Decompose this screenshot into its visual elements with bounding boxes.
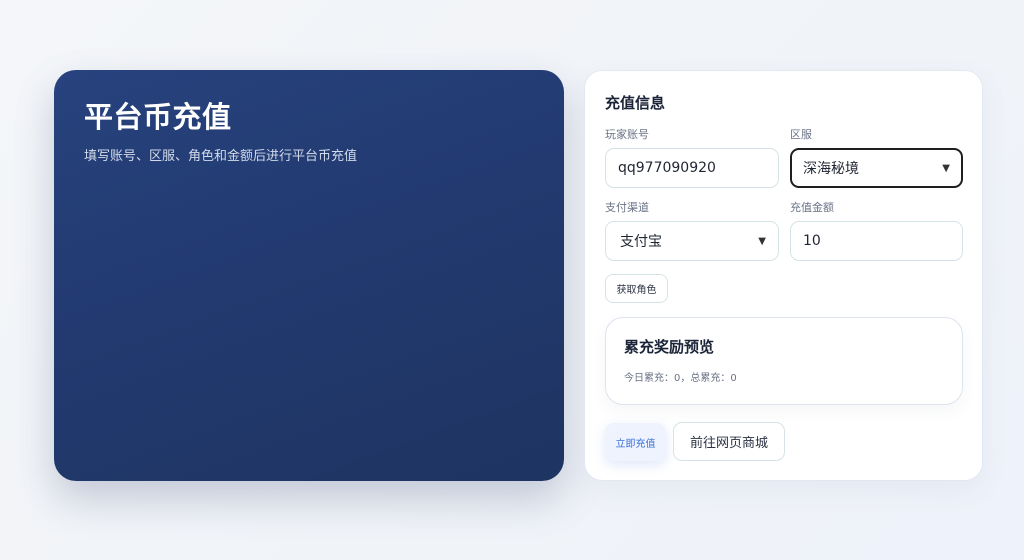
account-label: 玩家账号 <box>605 128 649 141</box>
reward-summary: 今日累充：0，总累充：0 <box>624 373 737 384</box>
account-input-value: qq977090920 <box>618 160 716 176</box>
recharge-form-panel: 充值信息 玩家账号 qq977090920 区服 深海秘境 ▼ 支付渠道 支付宝… <box>584 70 983 481</box>
page-subtitle: 填写账号、区服、角色和金额后进行平台币充值 <box>84 149 358 164</box>
amount-input-value: 10 <box>803 233 821 249</box>
payment-select[interactable]: 支付宝 ▼ <box>605 221 779 261</box>
recharge-button[interactable]: 立即充值 <box>605 423 666 461</box>
amount-input[interactable]: 10 <box>790 221 963 261</box>
chevron-down-icon: ▼ <box>758 235 766 247</box>
web-shop-button[interactable]: 前往网页商城 <box>673 422 785 461</box>
page-title: 平台币充值 <box>84 100 232 134</box>
server-select[interactable]: 深海秘境 ▼ <box>790 148 963 188</box>
server-label: 区服 <box>790 128 812 141</box>
amount-label: 充值金额 <box>790 201 834 214</box>
server-select-value: 深海秘境 <box>803 161 859 177</box>
account-input[interactable]: qq977090920 <box>605 148 779 188</box>
payment-label: 支付渠道 <box>605 201 649 214</box>
get-role-button[interactable]: 获取角色 <box>605 274 668 303</box>
hero-banner: 平台币充值 填写账号、区服、角色和金额后进行平台币充值 <box>54 70 564 481</box>
chevron-down-icon: ▼ <box>942 162 950 174</box>
form-title: 充值信息 <box>605 94 666 112</box>
reward-title: 累充奖励预览 <box>624 338 715 356</box>
reward-preview-card: 累充奖励预览 今日累充：0，总累充：0 <box>605 317 963 405</box>
payment-select-value: 支付宝 <box>620 234 662 250</box>
